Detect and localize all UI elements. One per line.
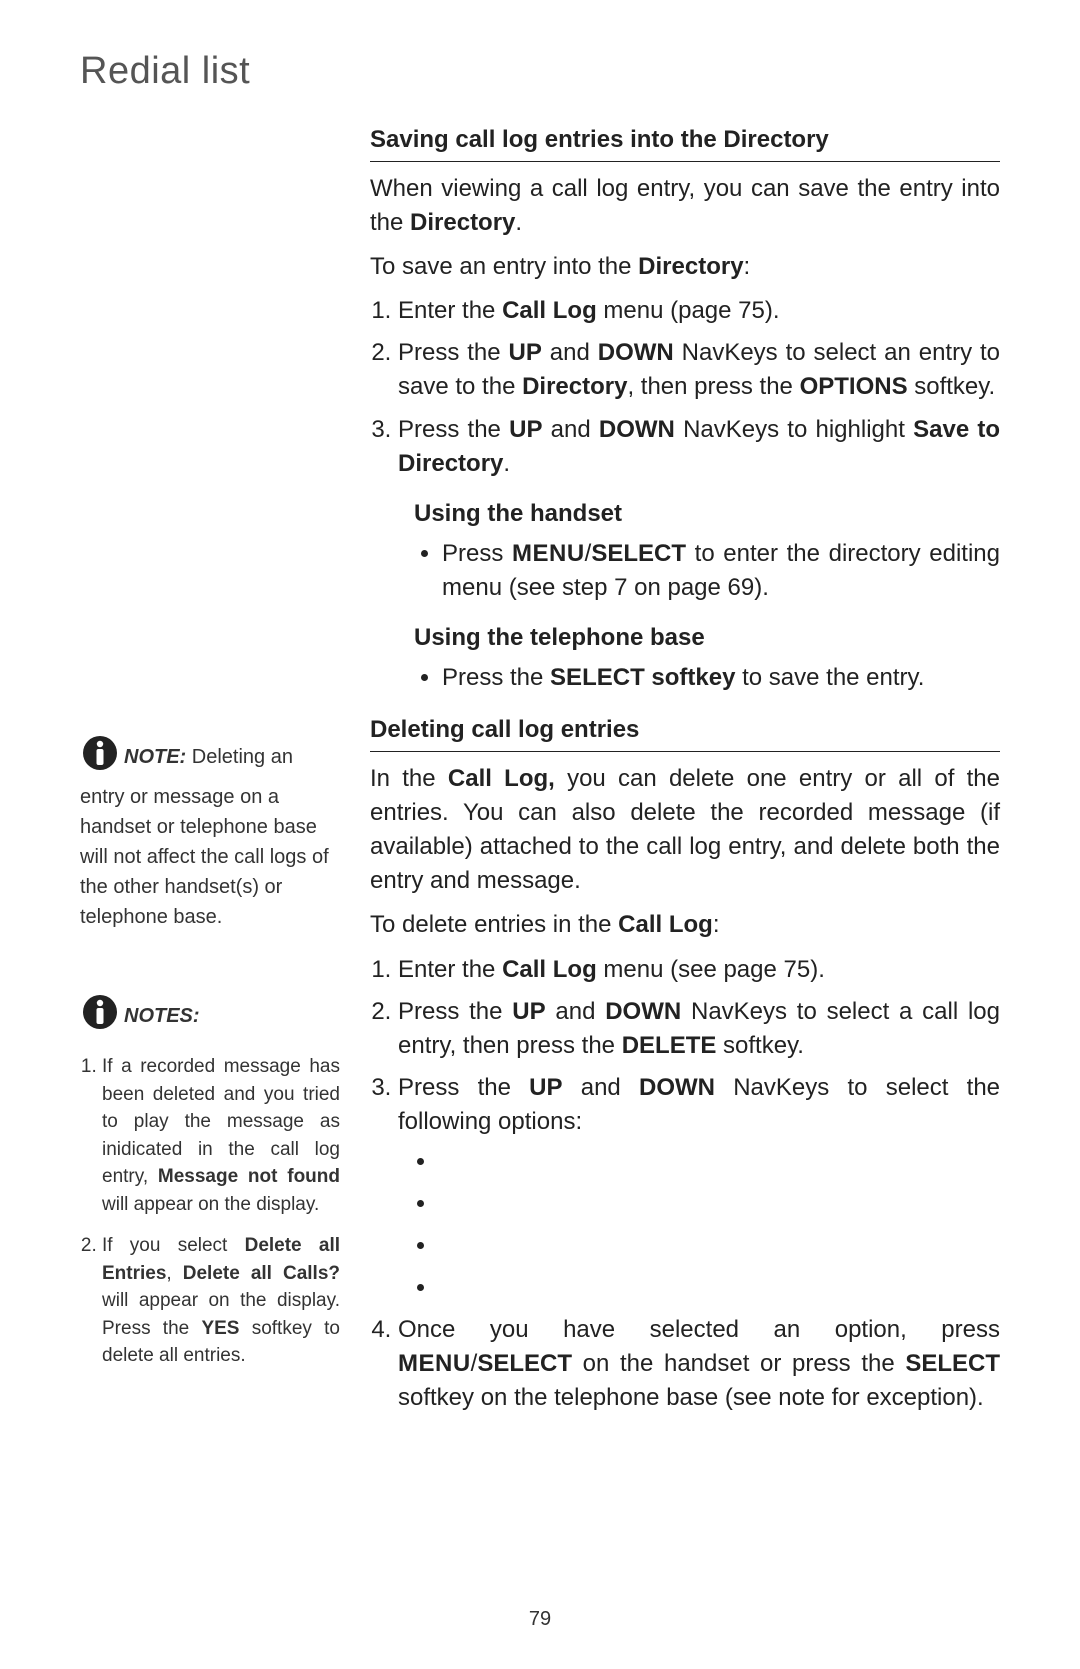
list-item: Press the UP and DOWN NavKeys to select … [398, 995, 1000, 1063]
list-item: Press the SELECT softkey to save the ent… [442, 661, 1000, 695]
list-item: Once you have selected an option, press … [398, 1313, 1000, 1415]
info-icon [80, 733, 120, 782]
bullet-list: Press MENU/SELECT to enter the directory… [370, 537, 1000, 605]
notes-list: If a recorded message has been deleted a… [80, 1053, 340, 1370]
list-item [438, 1271, 1000, 1305]
section-heading-deleting: Deleting call log entries [370, 713, 1000, 752]
notes-label: NOTES: [124, 1005, 200, 1027]
list-item: Press MENU/SELECT to enter the directory… [442, 537, 1000, 605]
note-block-1: NOTE: Deleting an entry or message on a … [80, 733, 340, 932]
main-content: Saving call log entries into the Directo… [370, 123, 1000, 1430]
page-number: 79 [0, 1608, 1080, 1631]
list-item: If a recorded message has been deleted a… [102, 1053, 340, 1218]
bullet-list: Press the SELECT softkey to save the ent… [370, 661, 1000, 695]
list-item [438, 1229, 1000, 1263]
page-title: Redial list [80, 50, 1000, 93]
paragraph: To delete entries in the Call Log: [370, 908, 1000, 942]
list-item: Enter the Call Log menu (page 75). [398, 294, 1000, 328]
page-layout: NOTE: Deleting an entry or message on a … [80, 123, 1000, 1430]
paragraph: In the Call Log, you can delete one entr… [370, 762, 1000, 898]
list-item: Press the UP and DOWN NavKeys to select … [398, 336, 1000, 404]
sidebar: NOTE: Deleting an entry or message on a … [80, 123, 340, 1430]
info-icon [80, 992, 120, 1041]
paragraph: When viewing a call log entry, you can s… [370, 172, 1000, 240]
paragraph: To save an entry into the Directory: [370, 250, 1000, 284]
list-item [438, 1187, 1000, 1221]
note-label: NOTE: [124, 746, 186, 768]
options-list [398, 1145, 1000, 1305]
note-block-2: NOTES: If a recorded message has been de… [80, 992, 340, 1370]
list-item [438, 1145, 1000, 1179]
steps-list: Enter the Call Log menu (see page 75). P… [370, 953, 1000, 1416]
steps-list: Enter the Call Log menu (page 75). Press… [370, 294, 1000, 480]
list-item: Enter the Call Log menu (see page 75). [398, 953, 1000, 987]
list-item: If you select Delete all Entries, Delete… [102, 1232, 340, 1370]
sub-heading-handset: Using the handset [370, 497, 1000, 531]
list-item: Press the UP and DOWN NavKeys to select … [398, 1071, 1000, 1305]
section-heading-saving: Saving call log entries into the Directo… [370, 123, 1000, 162]
list-item: Press the UP and DOWN NavKeys to highlig… [398, 413, 1000, 481]
sub-heading-base: Using the telephone base [370, 621, 1000, 655]
